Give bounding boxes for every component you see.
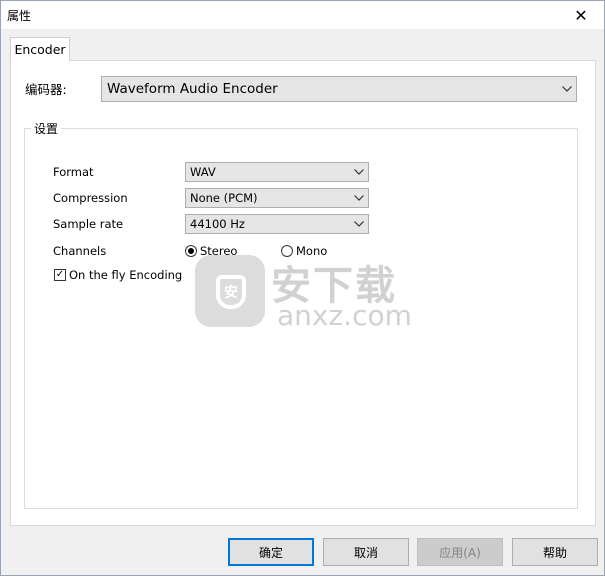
sample-rate-label: Sample rate [53,217,124,231]
channels-label: Channels [53,244,107,258]
encoder-select[interactable]: Waveform Audio Encoder [101,76,577,102]
title-bar: 属性 ✕ [1,1,604,29]
shield-logo-icon: 安 [195,255,265,327]
help-button[interactable]: 帮助 [512,538,598,566]
watermark: 安 安下载 anxz.com [193,249,413,332]
shield-glyph: 安 [216,275,246,309]
watermark-text-en: anxz.com [277,299,412,332]
chevron-down-icon [350,215,368,233]
encoder-selected-value: Waveform Audio Encoder [107,81,278,97]
chevron-down-icon [350,189,368,207]
properties-dialog: 属性 ✕ Encoder 编码器: Waveform Audio Encoder… [0,0,605,576]
compression-selected-value: None (PCM) [190,191,258,205]
format-selected-value: WAV [190,165,216,179]
sample-rate-select[interactable]: 44100 Hz [185,214,369,234]
on-the-fly-encoding-label: On the fly Encoding [69,268,183,282]
tab-label: Encoder [14,42,66,57]
check-icon: ✓ [54,269,66,281]
encoder-label: 编码器: [25,82,67,97]
close-button[interactable]: ✕ [558,1,604,29]
settings-group-label: 设置 [31,120,62,137]
sample-rate-selected-value: 44100 Hz [190,217,245,231]
chevron-down-icon [558,77,576,101]
compression-select[interactable]: None (PCM) [185,188,369,208]
tab-encoder[interactable]: Encoder [10,37,70,61]
window-title: 属性 [7,9,32,23]
cancel-button[interactable]: 取消 [323,538,409,566]
format-label: Format [53,165,94,179]
format-select[interactable]: WAV [185,162,369,182]
chevron-down-icon [350,163,368,181]
compression-label: Compression [53,191,128,205]
on-the-fly-encoding-checkbox[interactable]: ✓ On the fly Encoding [54,268,182,282]
close-icon: ✕ [574,5,588,25]
apply-button[interactable]: 应用(A) [417,538,503,566]
ok-button[interactable]: 确定 [228,538,314,566]
